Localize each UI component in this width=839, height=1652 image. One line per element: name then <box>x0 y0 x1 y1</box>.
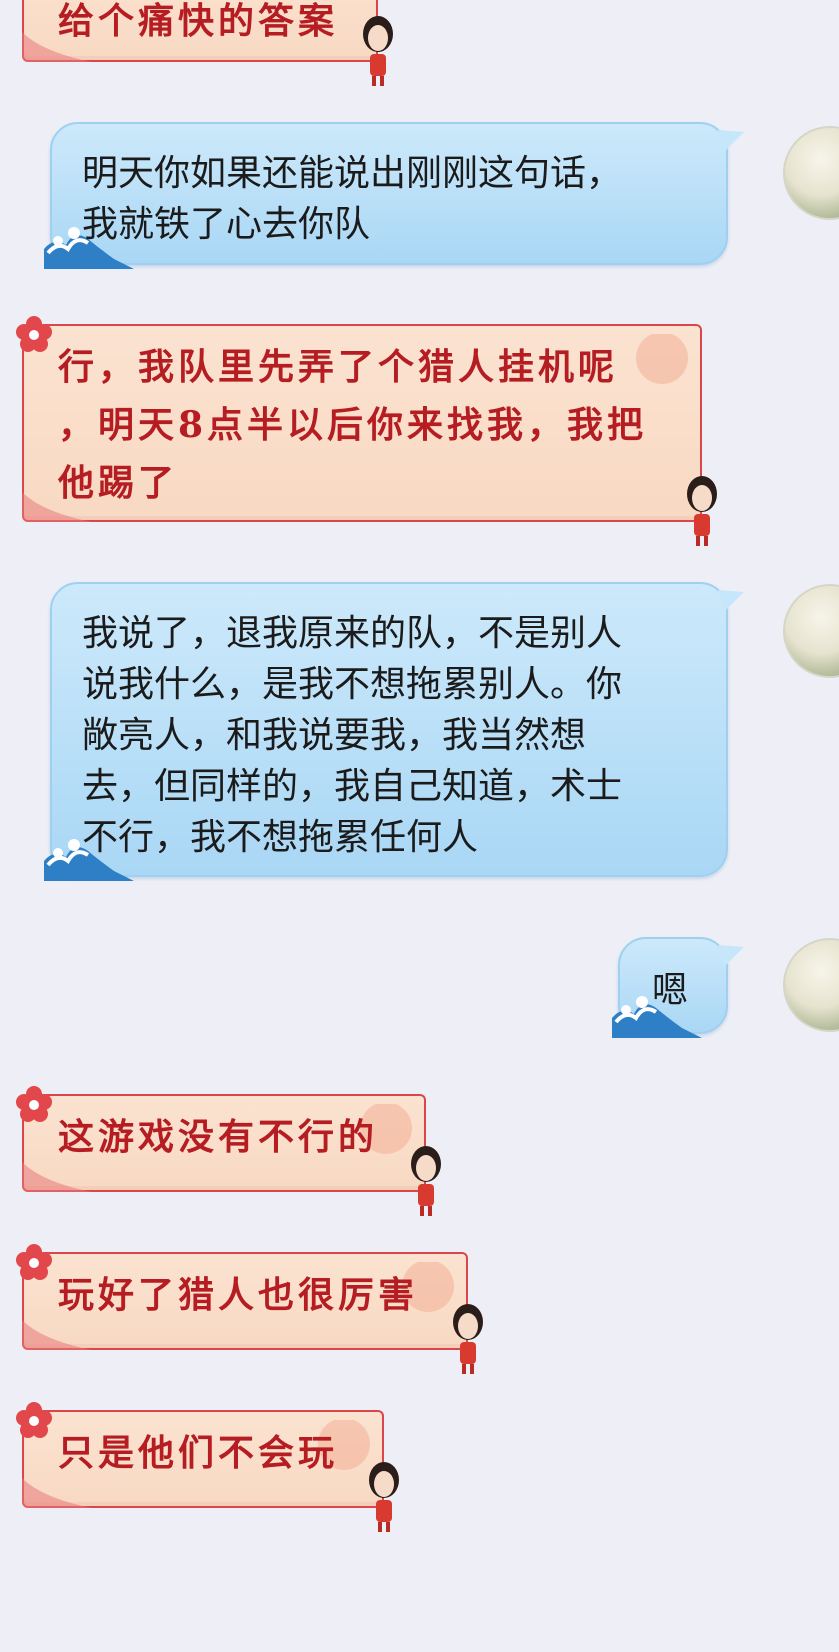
message-bubble-sent[interactable]: 明天你如果还能说出刚刚这句话， 我就铁了心去你队 <box>44 122 744 269</box>
message-text: 行，我队里先弄了个猎人挂机呢 ，明天8点半以后你来找我，我把 他踢了 <box>58 346 648 504</box>
wave-decoration-icon <box>22 1478 92 1508</box>
message-text: 嗯 <box>652 970 689 1011</box>
message-bubble-received[interactable]: 行，我队里先弄了个猎人挂机呢 ，明天8点半以后你来找我，我把 他踢了 <box>16 316 717 546</box>
message-bubble-sent[interactable]: 嗯 <box>612 937 744 1038</box>
message-bubble-received[interactable]: 给个痛快的答案 <box>22 0 393 86</box>
plum-flower-icon <box>16 316 52 352</box>
plum-flower-icon <box>16 1244 52 1280</box>
sun-decoration-icon <box>636 334 688 384</box>
message-bubble-sent[interactable]: 我说了，退我原来的队，不是别人 说我什么，是我不想拖累别人。你 敞亮人，和我说要… <box>44 582 744 881</box>
avatar[interactable] <box>783 938 839 1032</box>
bubble-tail <box>718 590 744 612</box>
message-bubble-received[interactable]: 只是他们不会玩 <box>16 1402 399 1532</box>
message-text: 给个痛快的答案 <box>58 0 339 42</box>
message-text: 玩好了猎人也很厉害 <box>58 1274 419 1316</box>
sticker-girl-icon <box>411 1146 441 1216</box>
sticker-girl-icon <box>363 16 393 86</box>
wave-decoration-icon <box>22 1320 92 1350</box>
wave-decoration-icon <box>22 1162 92 1192</box>
plum-flower-icon <box>16 1086 52 1122</box>
message-text: 只是他们不会玩 <box>58 1432 339 1474</box>
message-bubble-received[interactable]: 玩好了猎人也很厉害 <box>16 1244 483 1374</box>
message-text: 我说了，退我原来的队，不是别人 说我什么，是我不想拖累别人。你 敞亮人，和我说要… <box>82 613 623 858</box>
avatar[interactable] <box>783 584 839 678</box>
avatar[interactable] <box>783 126 839 220</box>
sticker-girl-icon <box>453 1304 483 1374</box>
sticker-girl-icon <box>369 1462 399 1532</box>
message-text: 明天你如果还能说出刚刚这句话， 我就铁了心去你队 <box>82 153 623 245</box>
message-text: 这游戏没有不行的 <box>58 1116 379 1158</box>
bubble-tail <box>718 945 744 967</box>
sticker-girl-icon <box>687 476 717 546</box>
bubble-tail <box>718 130 744 152</box>
message-bubble-received[interactable]: 这游戏没有不行的 <box>16 1086 441 1216</box>
plum-flower-icon <box>16 1402 52 1438</box>
